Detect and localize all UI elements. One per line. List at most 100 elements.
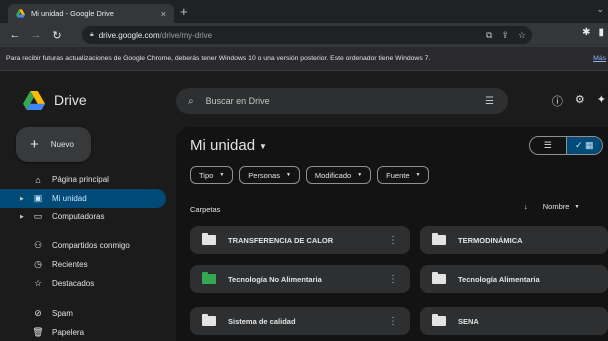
url-path: /drive/my-drive [159,30,213,40]
sidebar-item-label: Computadoras [52,212,105,221]
url-host: drive.google.com [98,30,160,40]
infobar-message: Para recibir futuras actualizaciones de … [6,55,431,62]
folder-name: SENA [458,316,479,326]
drive-favicon-icon [16,9,25,18]
help-icon[interactable]: ⓘ [552,93,563,109]
chevron-down-icon: ▼ [285,172,291,178]
sidebar-item-spam[interactable]: ⊘ Spam [0,304,166,323]
folder-icon [432,272,446,284]
sidebar-item-recent[interactable]: ◷ Recientes [0,255,166,274]
folder-name: Tecnología No Alimentaria [228,274,322,284]
drive-logo-text[interactable]: Drive [54,92,87,108]
sidebar-item-my-drive[interactable]: ▶ ▣ Mi unidad [0,189,166,208]
more-options-icon[interactable]: ⋮ [388,316,398,327]
list-view-icon[interactable]: ☰ [530,137,566,154]
sidebar-item-starred[interactable]: ☆ Destacados [0,274,166,293]
more-options-icon[interactable]: ⋮ [388,235,398,246]
search-options-icon[interactable]: ☰ [485,96,494,107]
chevron-down-icon: ▼ [219,172,225,178]
browser-toolbar: ← → ↻ 🔒︎ drive.google.com/drive/my-drive… [0,23,608,47]
sidebar-item-label: Compartidos conmigo [52,241,130,250]
folder-icon [202,272,216,284]
trash-icon: 🗑︎ [32,327,44,337]
expand-caret-icon[interactable]: ▶ [20,214,24,220]
clock-icon: ◷ [34,259,42,269]
browser-tab[interactable]: Mi unidad - Google Drive × [8,4,174,23]
page-title-text: Mi unidad [190,137,256,154]
home-icon: ⌂ [35,174,41,185]
sort-arrow-icon[interactable]: ↓ [524,202,528,211]
spam-icon: ⊘ [34,308,42,318]
sidebar-item-label: Destacados [52,279,95,288]
main-content: Mi unidad ▼ ☰ ✓ ▦ Tipo ▼ Personas ▼ Modific… [176,127,608,341]
extensions-icon[interactable]: ✱ [582,27,590,38]
back-arrow-icon[interactable]: ← [9,29,21,41]
folder-card[interactable]: SENA [420,307,608,335]
folder-name: Tecnología Alimentaria [458,274,540,284]
sidebar-item-label: Mi unidad [52,194,87,203]
expand-caret-icon[interactable]: ▶ [20,196,24,202]
sidebar: + Nuevo ⌂ Página principal ▶ ▣ Mi unidad… [0,127,176,341]
new-button-label: Nuevo [50,140,74,149]
folder-card[interactable]: TRANSFERENCIA DE CALOR ⋮ [190,226,410,254]
chip-label: Fuente [386,170,410,180]
page-title[interactable]: Mi unidad ▼ [190,137,267,154]
tab-close-icon[interactable]: × [161,9,166,19]
gemini-sparkle-icon[interactable]: ✦ [597,93,606,109]
folder-card[interactable]: Tecnología No Alimentaria ⋮ [190,265,410,293]
filter-chip-modified[interactable]: Modificado ▼ [305,166,372,184]
sort-control[interactable]: ↓ Nombre ▼ [524,202,579,211]
chevron-down-icon: ▼ [357,172,363,178]
chip-label: Personas [248,170,280,180]
more-options-icon[interactable]: ⋮ [388,274,398,285]
reload-icon[interactable]: ↻ [51,29,63,42]
new-button[interactable]: + Nuevo [16,127,91,162]
sidebar-item-home[interactable]: ⌂ Página principal [0,170,166,189]
tab-title: Mi unidad - Google Drive [31,9,114,18]
install-app-icon[interactable]: ⧉ [486,30,492,41]
sidebar-item-label: Papelera [52,328,85,337]
settings-gear-icon[interactable]: ⚙ [575,93,585,109]
filter-chip-source[interactable]: Fuente ▼ [377,166,430,184]
lock-icon: 🔒︎ [90,31,94,38]
sidebar-item-label: Recientes [52,260,88,269]
folder-card[interactable]: TERMODINÁMICA [420,226,608,254]
sidebar-item-label: Página principal [52,175,109,184]
chevron-down-icon: ▼ [574,203,580,210]
shared-folder-icon [202,233,216,245]
chrome-update-infobar: Para recibir futuras actualizaciones de … [0,47,608,71]
filter-chips: Tipo ▼ Personas ▼ Modificado ▼ Fuente ▼ [190,166,430,184]
filter-chip-people[interactable]: Personas ▼ [239,166,300,184]
tab-search-chevron-icon[interactable]: ⌄ [596,4,604,15]
search-icon[interactable]: ⌕ [188,96,194,107]
folder-name: TERMODINÁMICA [458,235,523,245]
sort-label[interactable]: Nombre [543,202,570,211]
folder-card[interactable]: Sistema de calidad ⋮ [190,307,410,335]
my-drive-icon: ▣ [33,193,43,203]
new-tab-button[interactable]: + [180,4,188,19]
search-input[interactable]: Buscar en Drive [206,96,270,106]
filter-chip-type[interactable]: Tipo ▼ [190,166,234,184]
infobar-more-link[interactable]: Más [593,55,606,62]
sidebar-item-computers[interactable]: ▶ ▭ Computadoras [0,207,166,226]
folder-card[interactable]: Tecnología Alimentaria [420,265,608,293]
folder-name: Sistema de calidad [228,316,296,326]
side-panel-icon[interactable]: ▮ [598,27,604,38]
forward-arrow-icon[interactable]: → [30,29,42,41]
folder-icon [202,314,216,326]
star-icon: ☆ [33,278,43,288]
chip-label: Modificado [314,170,352,180]
sidebar-item-trash[interactable]: 🗑︎ Papelera [0,323,166,341]
sidebar-item-shared[interactable]: ⚇ Compartidos conmigo [0,236,166,255]
grid-view-icon[interactable]: ✓ ▦ [565,137,602,154]
shared-icon: ⚇ [33,240,43,250]
chevron-down-icon: ▼ [259,141,267,151]
bookmark-star-icon[interactable]: ☆ [518,30,526,41]
view-toggle: ☰ ✓ ▦ [529,136,603,155]
browser-tab-strip: Mi unidad - Google Drive × + ⌄ [0,0,608,23]
search-bar[interactable]: ⌕ Buscar en Drive ☰ [176,88,508,114]
drive-logo-icon[interactable] [23,91,45,110]
drive-header: Drive ⌕ Buscar en Drive ☰ ⓘ ⚙ ✦ [0,71,608,127]
address-bar[interactable]: 🔒︎ drive.google.com/drive/my-drive ⧉ ⇪ ☆ [82,26,532,44]
share-icon[interactable]: ⇪ [501,30,509,41]
